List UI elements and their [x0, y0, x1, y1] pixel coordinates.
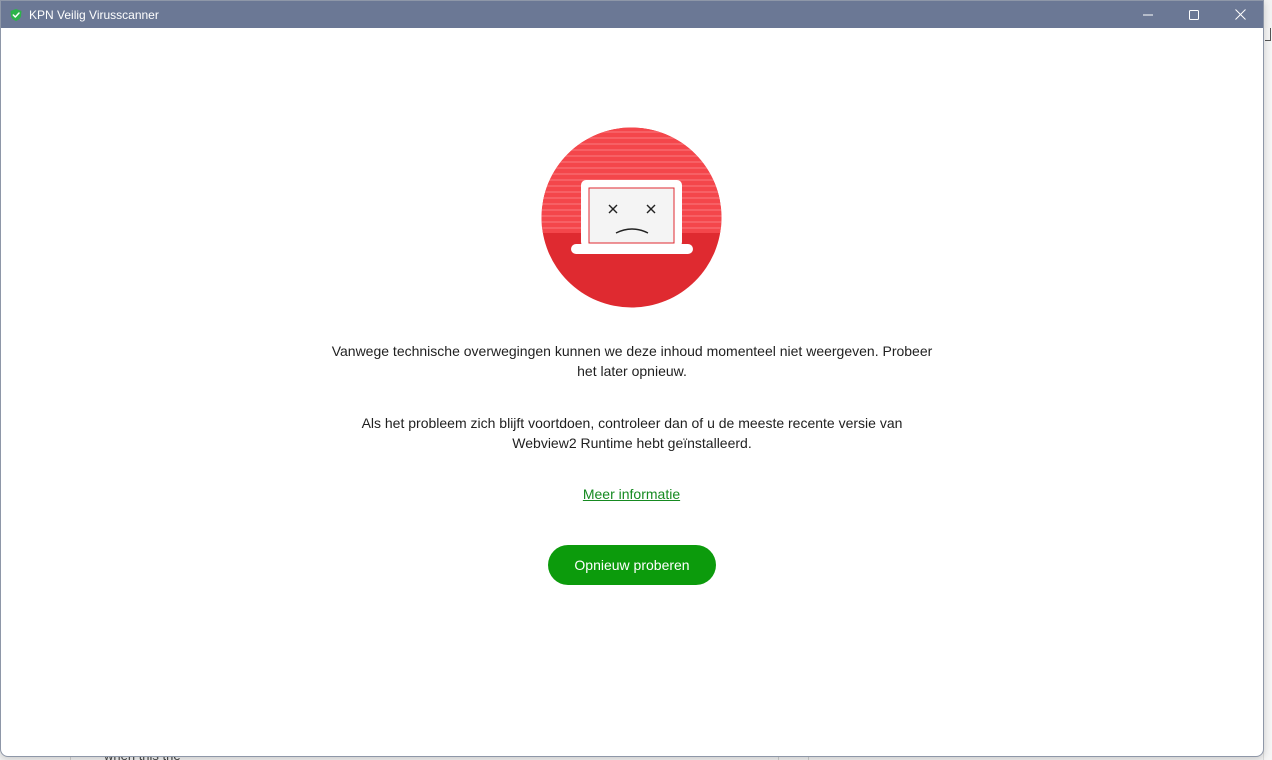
minimize-icon: [1143, 14, 1153, 15]
background-window-corner: [1265, 28, 1271, 41]
app-window: KPN Veilig Virusscanner Vanwege technisc…: [0, 0, 1264, 757]
sad-laptop-icon: [541, 127, 722, 308]
maximize-button[interactable]: [1171, 1, 1217, 28]
desktop: when this the KPN Veilig Virusscanner: [0, 0, 1272, 760]
window-controls: [1125, 1, 1263, 28]
retry-button[interactable]: Opnieuw proberen: [548, 545, 716, 585]
webview2-hint: Als het probleem zich blijft voortdoen, …: [361, 415, 903, 451]
more-info-link[interactable]: Meer informatie: [541, 486, 722, 502]
error-message: Vanwege technische overwegingen kunnen w…: [331, 343, 933, 379]
background-window-edge: [1263, 28, 1272, 760]
kpn-shield-icon: [10, 8, 22, 21]
minimize-button[interactable]: [1125, 1, 1171, 28]
maximize-icon: [1189, 9, 1199, 20]
close-icon: [1234, 9, 1246, 20]
error-page: Vanwege technische overwegingen kunnen w…: [1, 28, 1263, 756]
window-title: KPN Veilig Virusscanner: [29, 7, 159, 22]
close-button[interactable]: [1217, 1, 1263, 28]
title-bar[interactable]: KPN Veilig Virusscanner: [1, 1, 1263, 28]
